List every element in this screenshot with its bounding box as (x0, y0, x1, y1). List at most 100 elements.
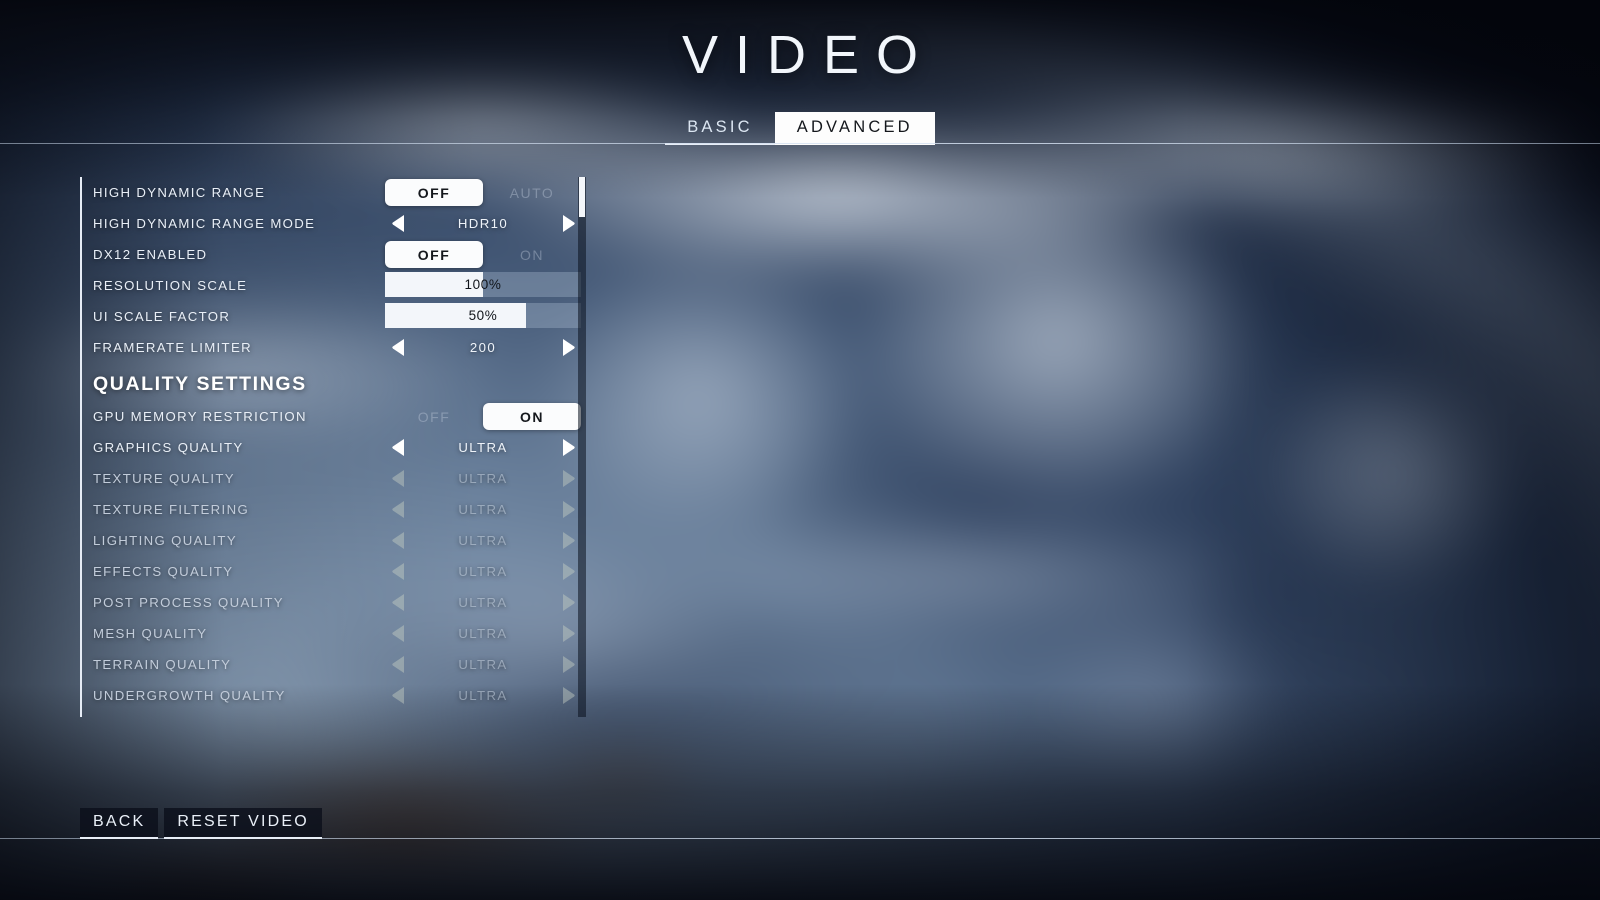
toggle-option[interactable]: OFF (385, 179, 483, 206)
stepper-control[interactable]: ULTRA (385, 620, 581, 647)
chevron-left-icon[interactable] (385, 439, 411, 456)
tab-advanced[interactable]: ADVANCED (774, 112, 935, 145)
toggle-option[interactable]: ON (483, 241, 581, 268)
settings-row-control: 100% (385, 272, 581, 299)
settings-row-control: 50% (385, 303, 581, 330)
stepper-value: ULTRA (458, 533, 508, 548)
chevron-left-icon[interactable] (385, 687, 411, 704)
settings-row[interactable]: UI SCALE FACTOR 50% (93, 301, 587, 332)
toggle-option[interactable]: ON (483, 403, 581, 430)
settings-row-control: OFF AUTO (385, 179, 581, 206)
stepper-control[interactable]: ULTRA (385, 682, 581, 709)
stepper-control[interactable]: HDR10 (385, 210, 581, 237)
settings-row-label: GPU MEMORY RESTRICTION (93, 409, 307, 424)
toggle-option[interactable]: AUTO (483, 179, 581, 206)
settings-scrollbar[interactable] (578, 177, 586, 717)
settings-row[interactable]: GPU MEMORY RESTRICTION OFF ON (93, 401, 587, 432)
settings-row-control: ULTRA (385, 558, 581, 585)
stepper-value: ULTRA (458, 688, 508, 703)
settings-row-label: MESH QUALITY (93, 626, 208, 641)
header-divider (0, 143, 1600, 144)
slider-control[interactable]: 100% (385, 272, 581, 297)
settings-row-control: ULTRA (385, 651, 581, 678)
page-title: VIDEO (681, 25, 936, 85)
settings-row: EFFECTS QUALITY ULTRA (93, 556, 587, 587)
settings-row-control: ULTRA (385, 496, 581, 523)
stepper-control[interactable]: ULTRA (385, 496, 581, 523)
settings-list: HIGH DYNAMIC RANGE OFF AUTO HIGH DYNAMIC RA… (80, 177, 587, 717)
settings-row: POST PROCESS QUALITY ULTRA (93, 587, 587, 618)
settings-row: MESH QUALITY ULTRA (93, 618, 587, 649)
toggle-control[interactable]: OFF ON (385, 241, 581, 268)
section-heading-quality-settings: QUALITY SETTINGS (93, 372, 307, 395)
slider-control[interactable]: 50% (385, 303, 581, 328)
settings-row-control: HDR10 (385, 210, 581, 237)
settings-row: TERRAIN QUALITY ULTRA (93, 649, 587, 680)
settings-row-control: OFF ON (385, 403, 581, 430)
stepper-control[interactable]: ULTRA (385, 651, 581, 678)
settings-row-control: ULTRA (385, 589, 581, 616)
stepper-value: ULTRA (458, 440, 508, 455)
stepper-control[interactable]: 200 (385, 334, 581, 361)
settings-row-label: EFFECTS QUALITY (93, 564, 234, 579)
settings-row-label: HIGH DYNAMIC RANGE MODE (93, 216, 316, 231)
settings-row: TEXTURE QUALITY ULTRA (93, 463, 587, 494)
stepper-value: ULTRA (458, 471, 508, 486)
settings-row-control: ULTRA (385, 434, 581, 461)
settings-row-control: OFF ON (385, 241, 581, 268)
stepper-control[interactable]: ULTRA (385, 465, 581, 492)
chevron-left-icon[interactable] (385, 563, 411, 580)
settings-row: LIGHTING QUALITY ULTRA (93, 525, 587, 556)
chevron-left-icon[interactable] (385, 339, 411, 356)
settings-row-label: GRAPHICS QUALITY (93, 440, 244, 455)
stepper-control[interactable]: ULTRA (385, 527, 581, 554)
stepper-control[interactable]: ULTRA (385, 434, 581, 461)
stepper-value: ULTRA (458, 502, 508, 517)
tab-basic[interactable]: BASIC (665, 112, 775, 145)
settings-row[interactable]: HIGH DYNAMIC RANGE OFF AUTO (93, 177, 587, 208)
settings-row-label: DX12 ENABLED (93, 247, 208, 262)
settings-row-label: POST PROCESS QUALITY (93, 595, 284, 610)
settings-row-label: TEXTURE FILTERING (93, 502, 250, 517)
back-button[interactable]: BACK (80, 808, 159, 839)
footer-button-bar: BACK RESET VIDEO (80, 808, 322, 839)
reset-video-button[interactable]: RESET VIDEO (164, 808, 322, 839)
chevron-left-icon[interactable] (385, 625, 411, 642)
settings-row-label: RESOLUTION SCALE (93, 278, 248, 293)
settings-row[interactable]: HIGH DYNAMIC RANGE MODE HDR10 (93, 208, 587, 239)
settings-row[interactable]: DX12 ENABLED OFF ON (93, 239, 587, 270)
stepper-control[interactable]: ULTRA (385, 589, 581, 616)
settings-row-label: TERRAIN QUALITY (93, 657, 232, 672)
stepper-value: ULTRA (458, 564, 508, 579)
chevron-left-icon[interactable] (385, 501, 411, 518)
settings-row-control: ULTRA (385, 465, 581, 492)
settings-row-control: ULTRA (385, 620, 581, 647)
stepper-value: ULTRA (458, 657, 508, 672)
chevron-left-icon[interactable] (385, 470, 411, 487)
settings-row-control: 200 (385, 334, 581, 361)
settings-row-control: ULTRA (385, 527, 581, 554)
toggle-option[interactable]: OFF (385, 241, 483, 268)
chevron-left-icon[interactable] (385, 215, 411, 232)
toggle-control[interactable]: OFF AUTO (385, 179, 581, 206)
chevron-left-icon[interactable] (385, 532, 411, 549)
settings-row[interactable]: FRAMERATE LIMITER 200 (93, 332, 587, 363)
settings-row: TEXTURE FILTERING ULTRA (93, 494, 587, 525)
toggle-option[interactable]: OFF (385, 403, 483, 430)
stepper-value: 200 (469, 340, 497, 355)
settings-row[interactable]: GRAPHICS QUALITY ULTRA (93, 432, 587, 463)
stepper-control[interactable]: ULTRA (385, 558, 581, 585)
settings-row-label: FRAMERATE LIMITER (93, 340, 252, 355)
slider-value: 100% (464, 277, 502, 292)
stepper-value: HDR10 (457, 216, 509, 231)
settings-row[interactable]: RESOLUTION SCALE 100% (93, 270, 587, 301)
toggle-control[interactable]: OFF ON (385, 403, 581, 430)
settings-row-label: LIGHTING QUALITY (93, 533, 237, 548)
chevron-left-icon[interactable] (385, 656, 411, 673)
slider-value: 50% (468, 308, 498, 323)
scrollbar-thumb[interactable] (579, 177, 585, 217)
settings-row-label: HIGH DYNAMIC RANGE (93, 185, 266, 200)
tab-bar: BASIC ADVANCED (0, 112, 1600, 145)
settings-row-control: ULTRA (385, 682, 581, 709)
chevron-left-icon[interactable] (385, 594, 411, 611)
